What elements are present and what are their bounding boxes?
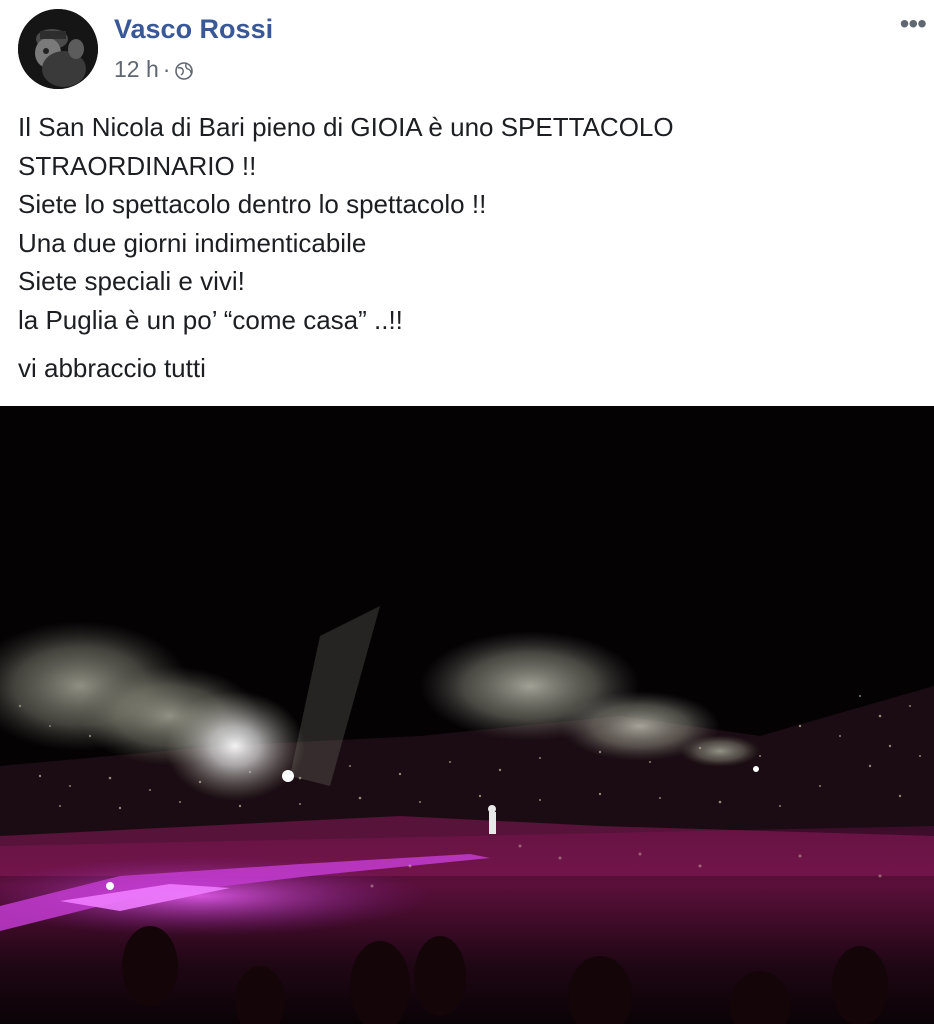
post-line: Il San Nicola di Bari pieno di GIOIA è u… <box>18 112 674 142</box>
meta-separator: · <box>162 56 171 82</box>
author-avatar[interactable] <box>18 9 98 89</box>
post-photo[interactable] <box>0 406 934 1024</box>
author-name-link[interactable]: Vasco Rossi <box>114 14 273 45</box>
post-message: Il San Nicola di Bari pieno di GIOIA è u… <box>18 108 918 388</box>
post-line: Siete speciali e vivi! <box>18 266 245 296</box>
post-line: STRAORDINARIO !! <box>18 150 257 181</box>
post-line: Siete lo spettacolo dentro lo spettacolo… <box>18 189 487 219</box>
post-timestamp[interactable]: 12 h <box>114 56 159 83</box>
post-line: la Puglia è un po’ “come casa” ..!! <box>18 304 403 335</box>
facebook-post: Vasco Rossi 12 h · ••• Il San Nicola di … <box>0 0 934 1024</box>
post-meta: 12 h · <box>114 56 194 83</box>
post-header: Vasco Rossi 12 h · ••• <box>0 0 934 100</box>
post-line: Una due giorni indimenticabile <box>18 227 367 258</box>
more-options-icon[interactable]: ••• <box>900 10 927 38</box>
globe-icon[interactable] <box>174 60 194 80</box>
concert-photo <box>0 406 934 1024</box>
avatar-image <box>18 9 98 89</box>
post-line: vi abbraccio tutti <box>18 353 206 383</box>
